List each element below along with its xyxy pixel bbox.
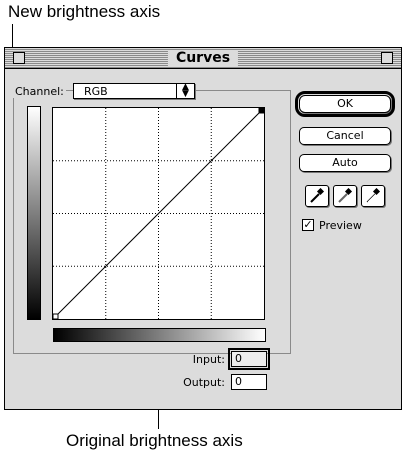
black-eyedropper-icon <box>310 188 325 203</box>
input-brightness-bar <box>53 328 266 342</box>
preview-label: Preview <box>319 219 362 232</box>
preview-checkbox[interactable]: ✓ <box>302 219 314 231</box>
output-brightness-bar <box>27 106 41 320</box>
curve-control-point[interactable] <box>258 108 264 114</box>
channel-select[interactable]: RGB ▲ ▼ <box>73 83 195 99</box>
dialog-title: Curves <box>167 50 239 66</box>
popup-arrows-icon: ▲ ▼ <box>176 83 194 99</box>
cancel-button[interactable]: Cancel <box>299 127 391 145</box>
white-eyedropper-icon <box>366 188 381 203</box>
gray-point-eyedropper-button[interactable] <box>333 185 357 207</box>
output-field[interactable]: 0 <box>231 374 267 390</box>
input-field[interactable]: 0 <box>228 348 270 370</box>
curve-graph-svg <box>53 108 264 319</box>
tone-curve-line[interactable] <box>53 108 264 319</box>
white-point-eyedropper-button[interactable] <box>361 185 385 207</box>
title-bar[interactable]: Curves <box>5 48 401 69</box>
annotation-original-brightness-axis: Original brightness axis <box>66 431 243 450</box>
output-label: Output: <box>183 376 225 389</box>
curves-dialog: Curves Channel: RGB ▲ ▼ Input: 0 Output: … <box>4 47 402 410</box>
gray-eyedropper-icon <box>338 188 353 203</box>
channel-label: Channel: <box>13 85 66 98</box>
auto-button[interactable]: Auto <box>299 154 391 172</box>
input-label: Input: <box>192 353 225 366</box>
curve-graph[interactable] <box>52 107 265 320</box>
close-box-icon[interactable] <box>13 52 25 64</box>
zoom-box-icon[interactable] <box>381 52 393 64</box>
channel-value: RGB <box>84 85 108 98</box>
black-point-eyedropper-button[interactable] <box>305 185 329 207</box>
curve-control-point[interactable] <box>53 313 59 319</box>
annotation-new-brightness-axis: New brightness axis <box>8 2 161 21</box>
ok-button[interactable]: OK <box>295 91 395 117</box>
